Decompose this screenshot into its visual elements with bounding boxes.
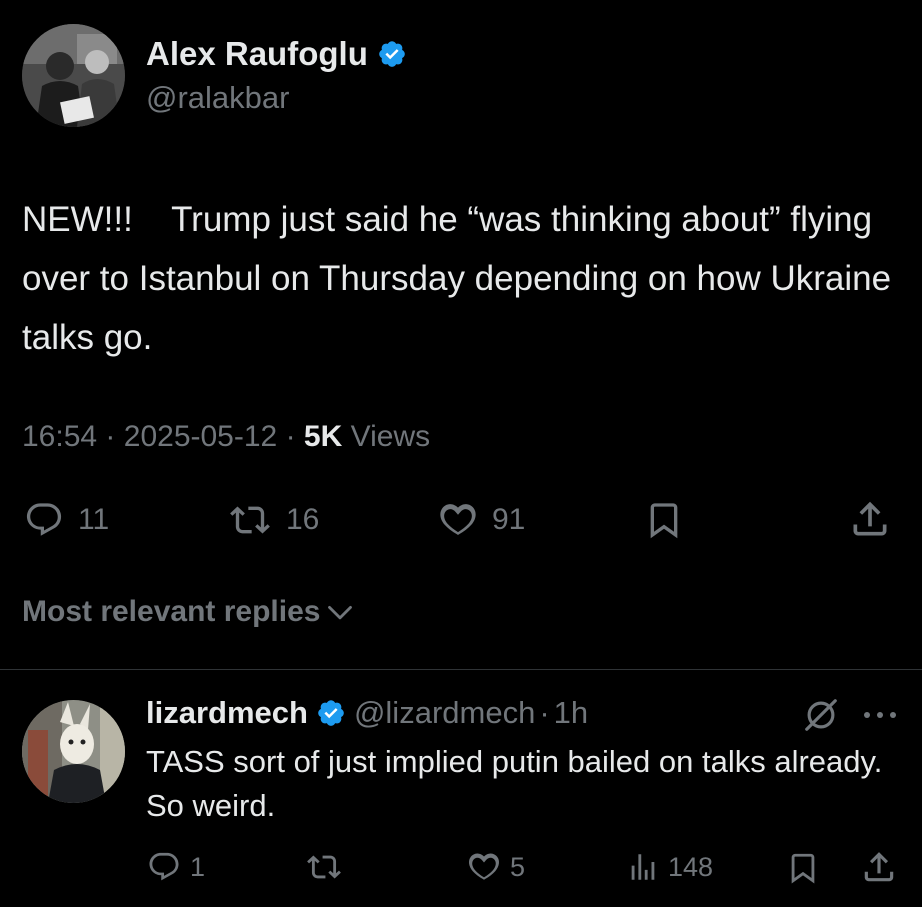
- reply-text: TASS sort of just implied putin bailed o…: [146, 744, 891, 823]
- share-button[interactable]: [848, 497, 892, 541]
- like-button[interactable]: 91: [436, 500, 525, 540]
- speech-bubble-icon: [149, 852, 179, 881]
- bookmark-button[interactable]: [644, 498, 684, 542]
- post-meta: 16:54 · 2025-05-12 · 5K Views: [22, 420, 430, 454]
- bookmark-icon: [791, 853, 815, 884]
- reply-separator: ·: [539, 695, 550, 730]
- verified-badge-icon: [318, 700, 344, 726]
- post-time[interactable]: 16:54: [22, 420, 97, 453]
- grok-button[interactable]: [802, 696, 840, 739]
- author-handle[interactable]: @ralakbar: [146, 80, 289, 116]
- reply-like-button[interactable]: 5: [466, 850, 525, 884]
- speech-bubble-icon: [26, 503, 62, 536]
- bookmark-icon: [650, 503, 678, 539]
- author-avatar-image: [22, 24, 125, 127]
- author-avatar[interactable]: [22, 24, 125, 127]
- repost-button[interactable]: 16: [226, 500, 319, 540]
- reply-author-name[interactable]: lizardmech: [146, 695, 308, 731]
- reply-views-count: 148: [668, 851, 714, 882]
- more-dots-icon: [864, 712, 896, 718]
- reply-count: 11: [78, 503, 110, 536]
- meta-separator: ·: [285, 420, 296, 453]
- replies-sort-dropdown[interactable]: Most relevant replies: [22, 595, 354, 629]
- views-label: Views: [350, 420, 431, 453]
- reply-reply-button[interactable]: 1: [146, 850, 205, 884]
- reply-button[interactable]: 11: [22, 500, 109, 540]
- reply-time[interactable]: 1h: [554, 695, 588, 731]
- post-text: NEW!!! Trump just said he “was thinking …: [22, 200, 901, 357]
- chevron-down-icon: [328, 605, 353, 620]
- reply-reply-count: 1: [190, 851, 206, 882]
- grok-slash-circle-icon: [805, 699, 837, 731]
- share-upload-icon: [853, 501, 887, 536]
- reply-author-handle[interactable]: @lizardmech: [354, 695, 535, 731]
- divider: [0, 669, 922, 670]
- heart-icon: [468, 853, 500, 880]
- author-name[interactable]: Alex Raufoglu: [146, 35, 368, 73]
- author-name-row: Alex Raufoglu: [146, 35, 407, 73]
- replies-sort-label: Most relevant replies: [22, 595, 321, 628]
- reply-bookmark-button[interactable]: [786, 849, 820, 887]
- meta-separator: ·: [105, 420, 116, 453]
- views-count: 5K: [303, 420, 343, 453]
- repost-arrows-icon: [230, 506, 270, 534]
- reply-views-button[interactable]: 148: [626, 850, 713, 884]
- reply-like-count: 5: [510, 851, 526, 882]
- reply-avatar-image: [22, 700, 125, 803]
- bar-chart-icon: [631, 854, 655, 880]
- heart-icon: [440, 504, 476, 535]
- more-button[interactable]: [860, 703, 900, 732]
- repost-arrows-icon: [307, 855, 341, 879]
- reply-avatar[interactable]: [22, 700, 125, 803]
- reply-repost-button[interactable]: [304, 850, 344, 884]
- post-date[interactable]: 2025-05-12: [124, 420, 277, 453]
- verified-badge-icon: [379, 41, 405, 67]
- reply-header: lizardmech @lizardmech · 1h: [146, 695, 588, 731]
- like-count: 91: [492, 503, 526, 536]
- repost-count: 16: [286, 503, 320, 536]
- reply-share-button[interactable]: [860, 848, 898, 886]
- share-upload-icon: [864, 852, 894, 882]
